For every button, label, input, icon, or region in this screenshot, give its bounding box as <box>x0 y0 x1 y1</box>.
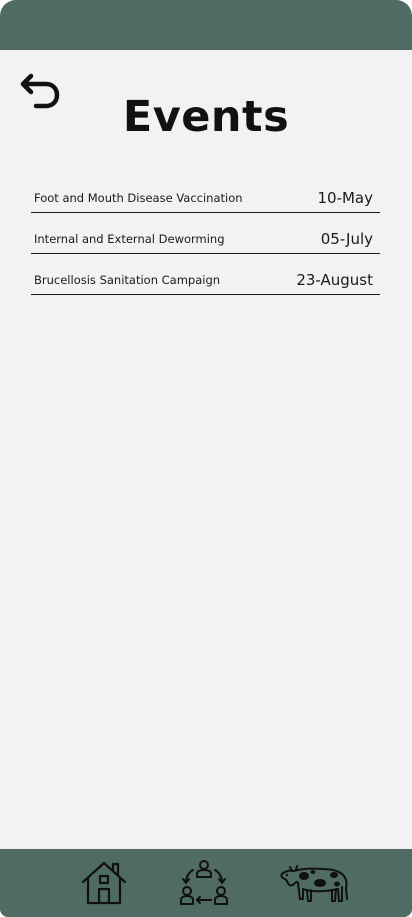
event-row[interactable]: Foot and Mouth Disease Vaccination 10-Ma… <box>31 172 380 213</box>
event-name: Brucellosis Sanitation Campaign <box>34 273 221 287</box>
page-title: Events <box>122 92 290 142</box>
event-row[interactable]: Internal and External Deworming 05-July <box>31 213 380 254</box>
cow-icon <box>280 865 348 902</box>
nav-cattle-button[interactable] <box>279 857 351 909</box>
nav-home-button[interactable] <box>79 857 129 909</box>
bottom-nav <box>0 849 412 917</box>
event-date: 23-August <box>296 271 373 289</box>
home-icon <box>81 861 127 905</box>
event-row[interactable]: Brucellosis Sanitation Campaign 23-Augus… <box>31 254 380 295</box>
event-date: 05-July <box>320 230 373 248</box>
community-icon <box>180 860 228 905</box>
nav-community-button[interactable] <box>178 857 230 909</box>
event-name: Foot and Mouth Disease Vaccination <box>34 191 243 205</box>
event-name: Internal and External Deworming <box>34 232 225 246</box>
top-bar <box>0 0 412 50</box>
app-screen: Events Foot and Mouth Disease Vaccinatio… <box>0 0 412 917</box>
events-list: Foot and Mouth Disease Vaccination 10-Ma… <box>31 172 380 295</box>
event-date: 10-May <box>317 189 373 207</box>
